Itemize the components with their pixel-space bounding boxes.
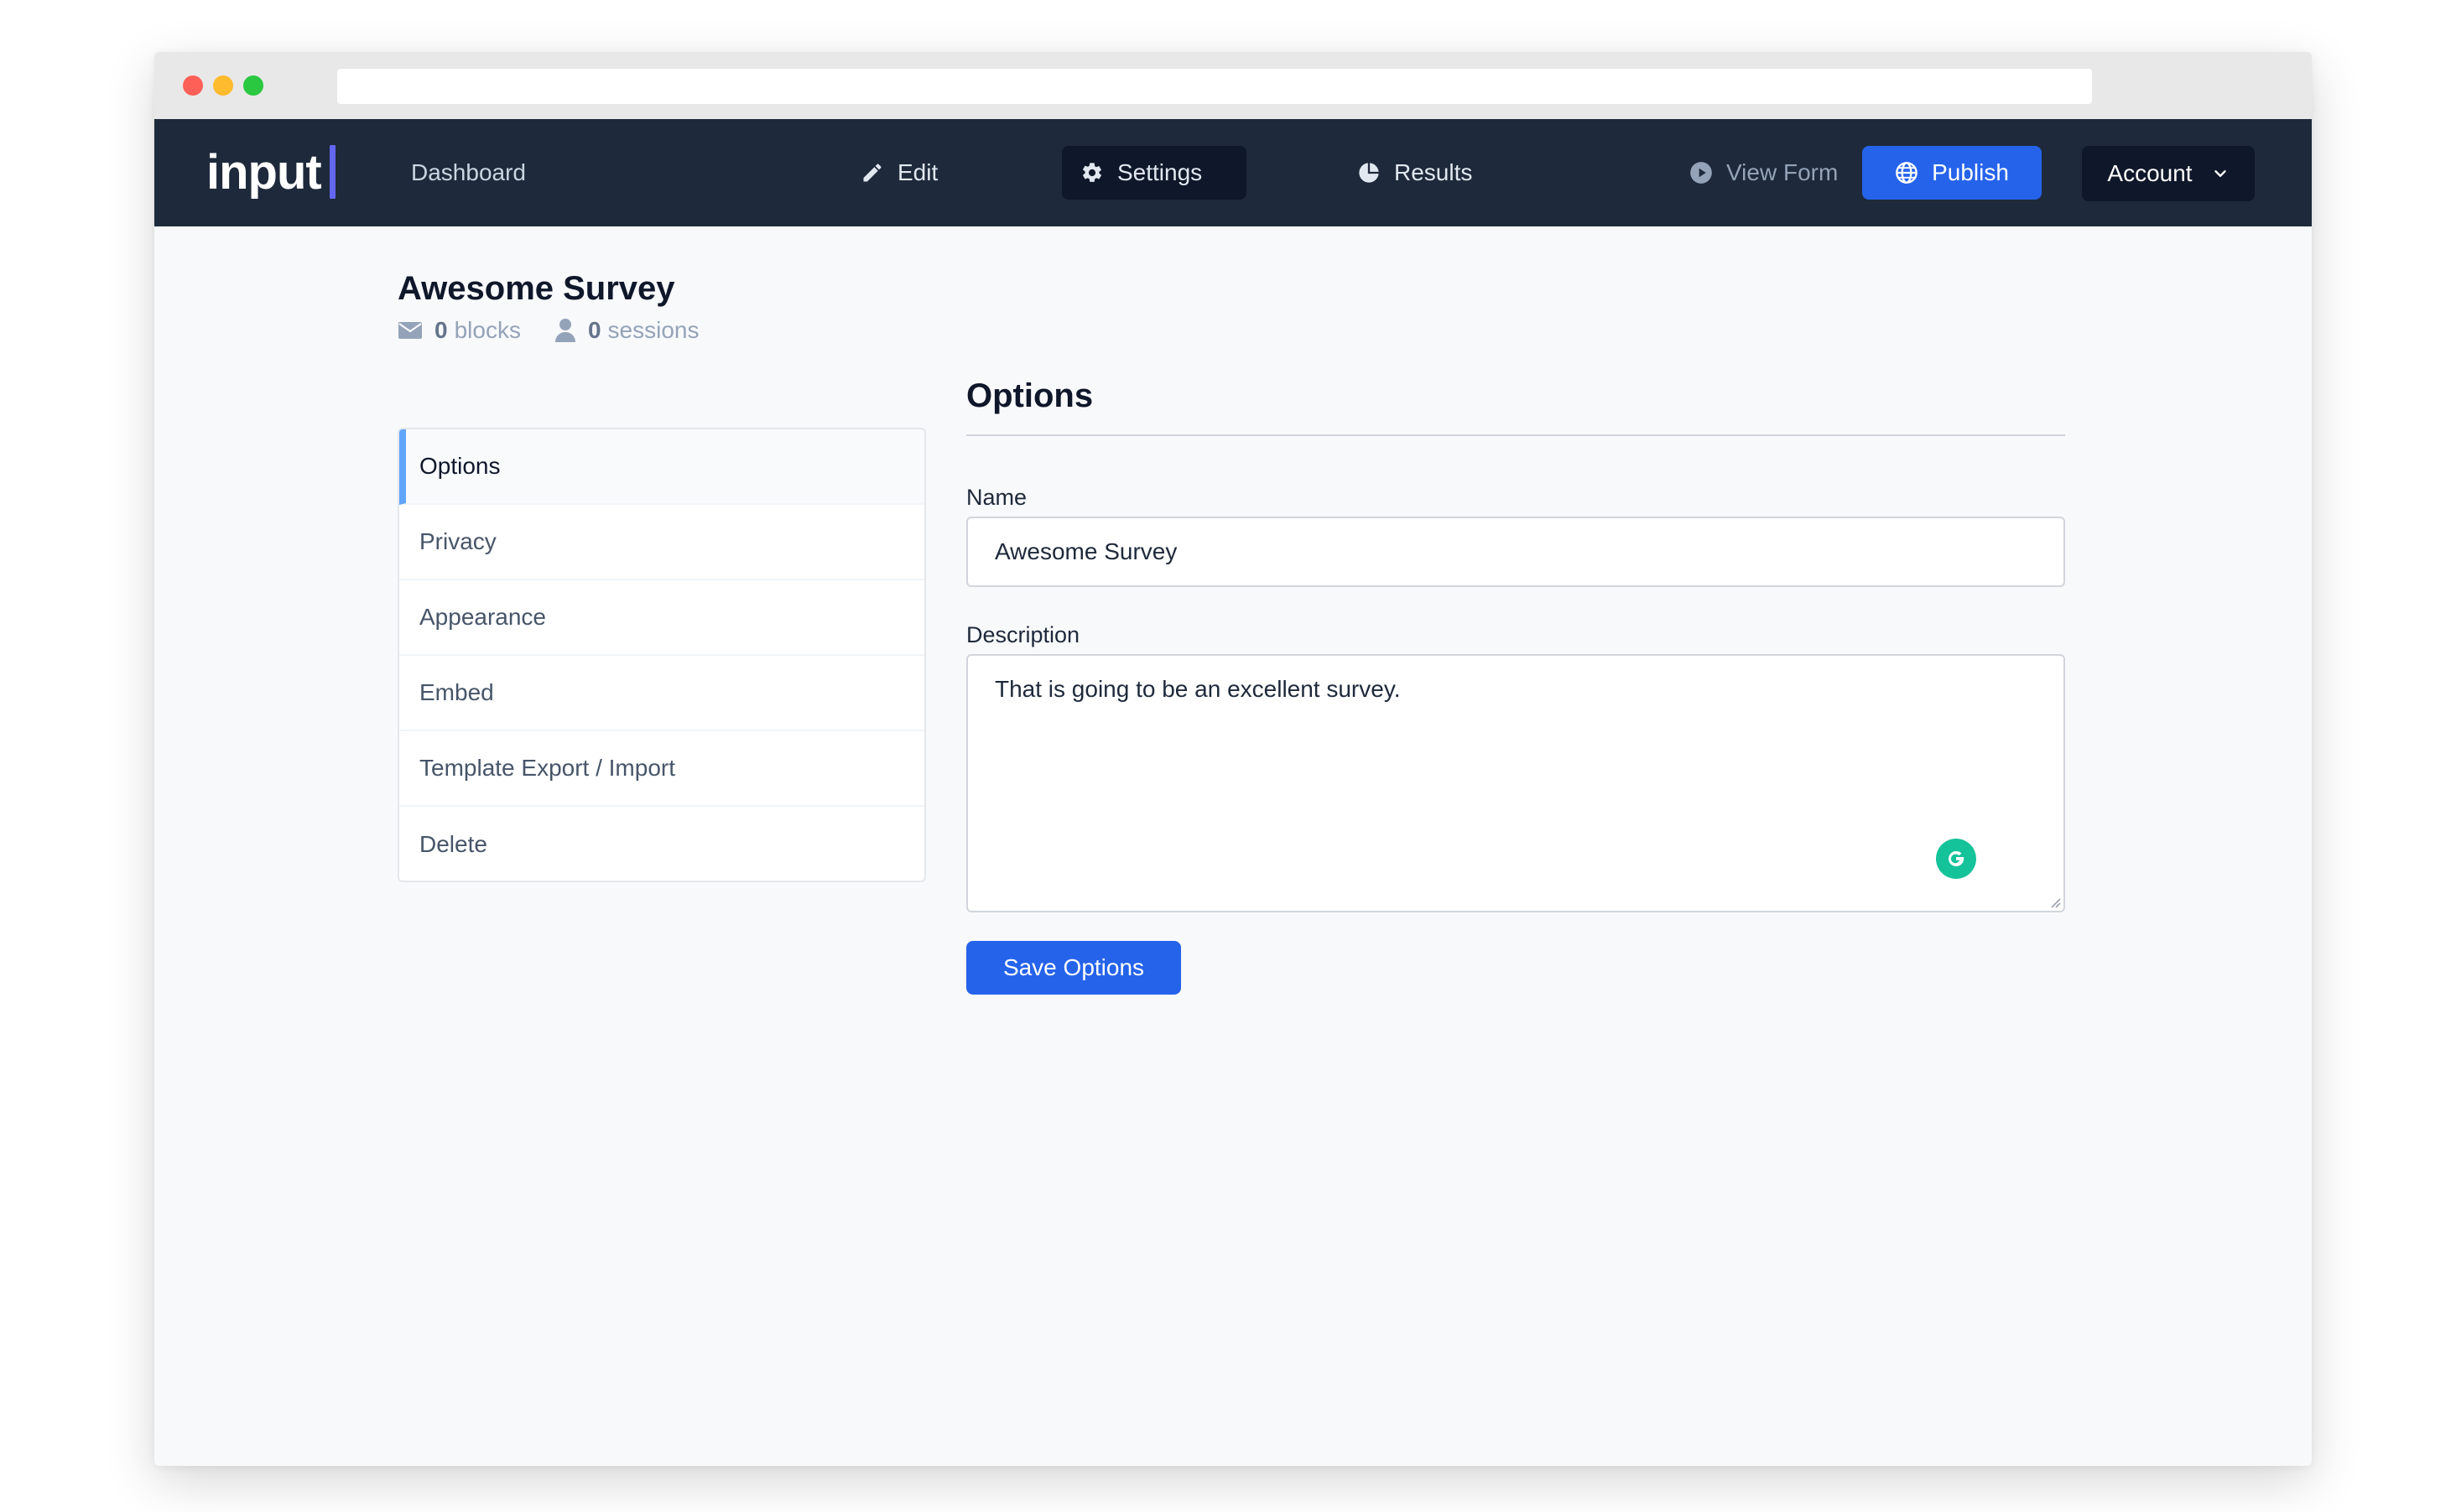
- grammarly-g-icon: [1949, 850, 1964, 867]
- nav-settings-label: Settings: [1117, 159, 1203, 185]
- publish-label: Publish: [1932, 159, 2009, 185]
- address-bar[interactable]: [337, 69, 2092, 104]
- side-item-label: Appearance: [419, 604, 547, 630]
- sessions-label: sessions: [607, 317, 700, 343]
- nav-settings-tab[interactable]: Settings: [1062, 146, 1246, 200]
- sessions-number: 0: [587, 317, 601, 343]
- app-logo[interactable]: input: [206, 143, 336, 201]
- side-item-label: Privacy: [419, 528, 497, 554]
- envelope-icon: [398, 322, 422, 339]
- chevron-down-icon: [2214, 170, 2226, 177]
- account-label: Account: [2107, 160, 2193, 186]
- side-item-label: Delete: [419, 831, 487, 857]
- side-item-template-export-import[interactable]: Template Export / Import: [399, 731, 924, 807]
- nav-edit-link[interactable]: Edit: [842, 146, 956, 200]
- section-divider: [966, 434, 2065, 436]
- maximize-window-dot[interactable]: [243, 75, 263, 96]
- name-input[interactable]: [966, 517, 2065, 587]
- side-item-privacy[interactable]: Privacy: [399, 505, 924, 580]
- blocks-count: 0 blocks: [398, 317, 521, 344]
- settings-side-menu: Options Privacy Appearance Embed Templat…: [398, 428, 926, 882]
- side-item-delete[interactable]: Delete: [399, 807, 924, 881]
- play-circle-icon: [1690, 162, 1712, 184]
- side-item-options[interactable]: Options: [399, 429, 924, 505]
- nav-results-label: Results: [1394, 159, 1473, 185]
- side-item-label: Template Export / Import: [419, 755, 676, 781]
- browser-window: input Dashboard Edit Settings Results Vi…: [154, 52, 2312, 1466]
- form-title: Awesome Survey: [398, 270, 675, 307]
- grammarly-icon[interactable]: [1936, 839, 1976, 879]
- save-options-button[interactable]: Save Options: [966, 941, 1181, 995]
- pie-chart-icon: [1359, 163, 1379, 183]
- resize-handle-icon[interactable]: [2048, 896, 2062, 909]
- form-meta: 0 blocks 0 sessions: [398, 317, 699, 344]
- globe-icon: [1896, 162, 1917, 184]
- nav-dashboard-label: Dashboard: [411, 159, 526, 185]
- logo-accent-bar: [329, 145, 336, 199]
- description-label: Description: [966, 622, 1080, 647]
- sessions-count: 0 sessions: [554, 317, 700, 344]
- side-item-embed[interactable]: Embed: [399, 656, 924, 731]
- gear-icon: [1083, 163, 1101, 182]
- side-item-label: Options: [419, 453, 501, 479]
- pencil-icon: [863, 164, 882, 182]
- section-title: Options: [966, 377, 1094, 414]
- nav-results-link[interactable]: Results: [1339, 146, 1491, 200]
- view-form-link[interactable]: View Form: [1671, 146, 1856, 200]
- minimize-window-dot[interactable]: [213, 75, 233, 96]
- side-item-label: Embed: [419, 679, 494, 705]
- name-label: Name: [966, 485, 1028, 510]
- description-textarea[interactable]: That is going to be an excellent survey.: [966, 654, 2065, 912]
- user-icon: [554, 319, 575, 342]
- blocks-number: 0: [434, 317, 448, 343]
- side-item-appearance[interactable]: Appearance: [399, 580, 924, 656]
- nav-edit-label: Edit: [898, 159, 939, 185]
- logo-text: input: [206, 144, 322, 200]
- browser-chrome: [154, 52, 2312, 119]
- blocks-label: blocks: [454, 317, 521, 343]
- view-form-label: View Form: [1726, 159, 1839, 185]
- nav-dashboard-link[interactable]: Dashboard: [411, 146, 544, 200]
- top-navbar: input Dashboard Edit Settings Results Vi…: [154, 119, 2312, 226]
- account-dropdown-button[interactable]: Account: [2082, 146, 2255, 201]
- publish-button[interactable]: Publish: [1862, 146, 2042, 200]
- close-window-dot[interactable]: [183, 75, 203, 96]
